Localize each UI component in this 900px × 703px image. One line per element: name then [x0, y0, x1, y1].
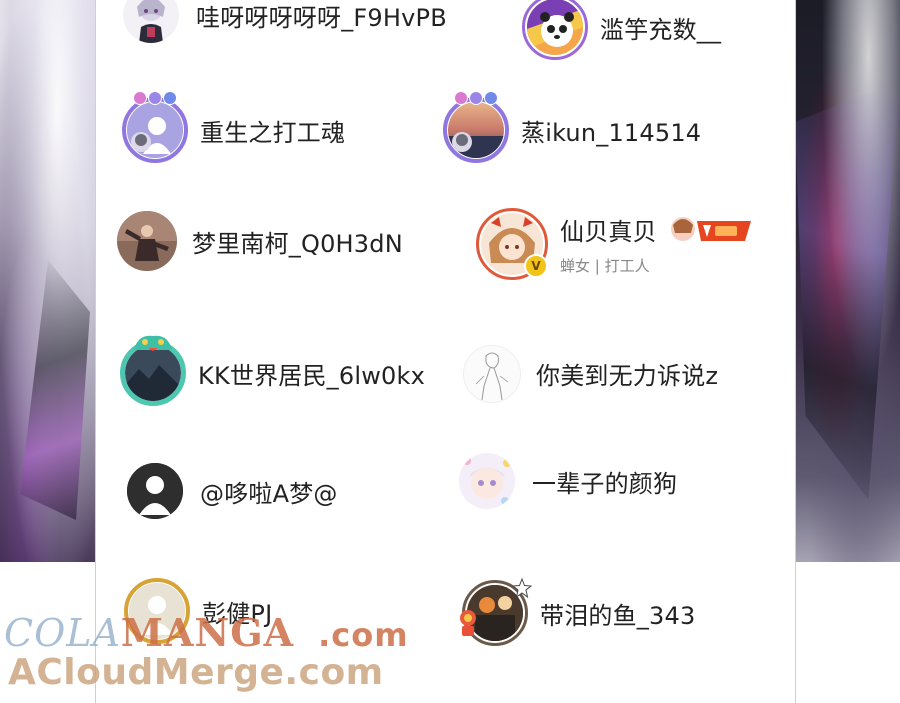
panda-party-avatar-icon[interactable]	[522, 0, 588, 60]
lollipop-icon	[460, 610, 476, 636]
side-artwork-left	[0, 0, 95, 562]
verified-badge-icon: V	[524, 254, 548, 278]
user-entry[interactable]: 带泪的鱼_343	[460, 578, 695, 646]
panel-border-right	[795, 0, 796, 703]
username[interactable]: 重生之打工魂	[200, 113, 345, 148]
username[interactable]: 一辈子的颜狗	[532, 464, 677, 499]
anime-girl-avatar-icon[interactable]	[118, 0, 184, 48]
username[interactable]: 滥竽充数__	[600, 10, 721, 45]
default-avatar-gold-frame-icon[interactable]	[124, 578, 190, 644]
user-entry[interactable]: V 仙贝真贝 蝉女 | 打工人	[476, 208, 753, 280]
user-entry[interactable]: 蒸ikun_114514	[443, 91, 701, 163]
sunset-framed-avatar-icon[interactable]	[443, 91, 509, 163]
username[interactable]: 彭健PJ	[202, 594, 272, 629]
user-entry[interactable]: 滥竽充数__	[522, 0, 721, 60]
user-entry[interactable]: KK世界居民_6lw0kx	[120, 335, 425, 406]
user-entry[interactable]: 梦里南柯_Q0H3dN	[114, 208, 403, 274]
username[interactable]: 哇呀呀呀呀呀_F9HvPB	[196, 0, 447, 33]
user-entry[interactable]: 一辈子的颜狗	[454, 448, 677, 514]
watermark-com: .com	[318, 616, 409, 654]
frame-chips	[133, 91, 177, 105]
user-entry[interactable]: @哆啦A梦@	[122, 458, 338, 524]
watermark-cola: COLA	[4, 611, 121, 655]
user-entry[interactable]: 彭健PJ	[124, 578, 272, 644]
user-entry[interactable]: 你美到无力诉说z	[458, 340, 718, 406]
dancer-avatar-icon[interactable]	[114, 208, 180, 274]
username[interactable]: 仙贝真贝	[560, 212, 657, 247]
username[interactable]: @哆啦A梦@	[200, 474, 338, 509]
halloween-avatar-icon[interactable]	[460, 578, 532, 646]
comment-likes-page: 哇呀呀呀呀呀_F9HvPB 滥竽充数__ 重生之打工魂 蒸ikun_114514…	[0, 0, 900, 703]
chibi-avatar-icon[interactable]	[454, 448, 520, 514]
side-artwork-right	[795, 0, 900, 562]
user-subtitle: 蝉女 | 打工人	[560, 257, 650, 275]
dragon-head-icon	[134, 335, 172, 351]
star-icon	[512, 578, 532, 598]
default-avatar-framed-icon[interactable]	[122, 91, 188, 163]
dragon-framed-avatar-icon[interactable]	[120, 335, 186, 406]
username[interactable]: 梦里南柯_Q0H3dN	[192, 224, 403, 259]
username[interactable]: 带泪的鱼_343	[540, 596, 695, 631]
user-entry[interactable]: 哇呀呀呀呀呀_F9HvPB	[118, 0, 447, 48]
sketch-avatar-icon[interactable]	[458, 340, 524, 406]
frame-chips	[454, 91, 498, 105]
username[interactable]: 蒸ikun_114514	[521, 113, 701, 148]
anime-girl-verified-avatar-icon[interactable]: V	[476, 208, 548, 280]
user-entry[interactable]: 重生之打工魂	[122, 91, 345, 163]
panel-border-left	[95, 0, 96, 703]
username[interactable]: KK世界居民_6lw0kx	[198, 356, 425, 391]
default-avatar-icon[interactable]	[122, 458, 188, 524]
level-badge-icon	[667, 215, 753, 245]
username[interactable]: 你美到无力诉说z	[536, 356, 718, 391]
watermark-acloudmerge: ACloudMerge.com	[8, 652, 384, 693]
